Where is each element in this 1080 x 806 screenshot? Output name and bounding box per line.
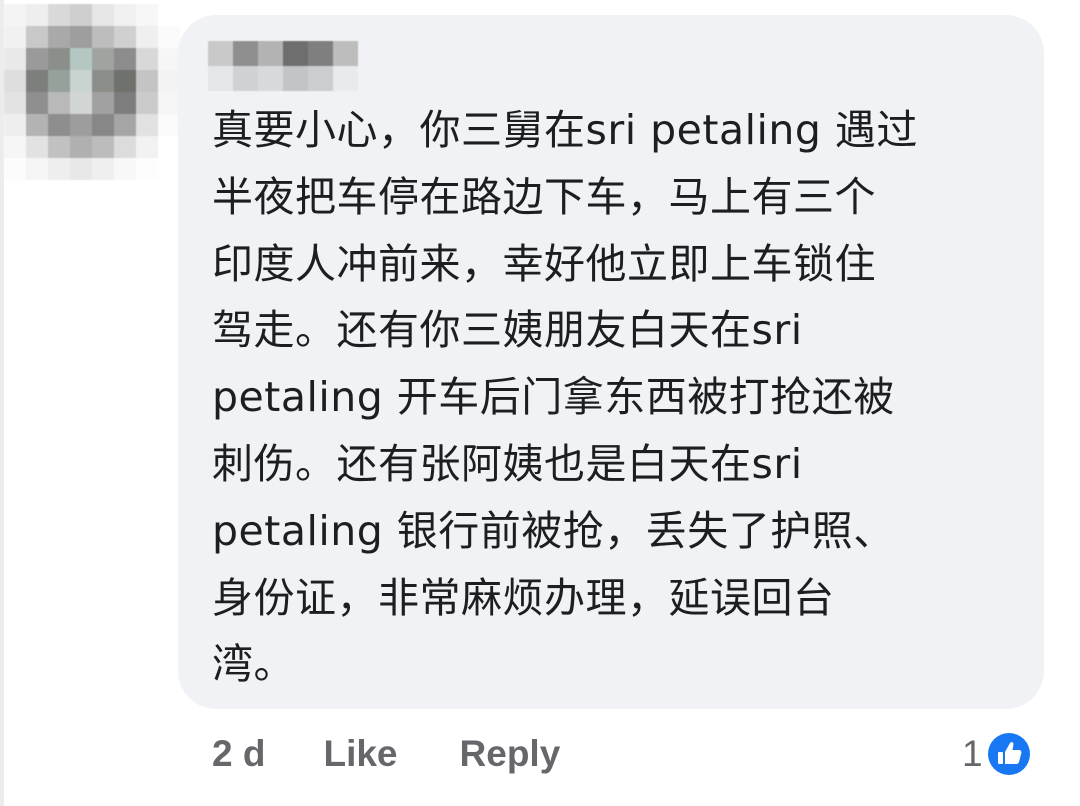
comment-line: 半夜把车停在路边下车，马上有三个	[212, 172, 876, 221]
avatar-pixel	[158, 92, 180, 114]
author-name-pixel	[258, 66, 283, 91]
timestamp[interactable]: 2 d	[212, 733, 265, 775]
author-name-pixel	[258, 41, 283, 66]
avatar-pixel	[70, 70, 92, 92]
reaction-summary[interactable]: 1	[962, 728, 1033, 780]
avatar[interactable]	[4, 4, 180, 180]
comment-bubble: 真要小心，你三舅在sri petaling 遇过 半夜把车停在路边下车，马上有三…	[178, 15, 1044, 709]
like-thumb-icon	[984, 730, 1033, 778]
avatar-pixel	[136, 4, 158, 26]
avatar-pixel	[114, 26, 136, 48]
avatar-pixel	[48, 48, 70, 70]
avatar-pixel	[70, 114, 92, 136]
avatar-pixel	[48, 4, 70, 26]
author-name-pixel	[233, 41, 258, 66]
author-name-pixel	[233, 66, 258, 91]
comment-line: 身份证，非常麻烦办理，延误回台	[212, 573, 835, 622]
avatar-pixel	[114, 70, 136, 92]
avatar-pixel	[92, 136, 114, 158]
avatar-pixel	[70, 158, 92, 180]
avatar-pixel	[158, 158, 180, 180]
comment-line: petaling 银行前被抢，丢失了护照、	[212, 506, 895, 555]
author-name-pixel	[308, 66, 333, 91]
avatar-pixel	[26, 136, 48, 158]
avatar-pixel	[158, 4, 180, 26]
avatar-pixel	[70, 92, 92, 114]
avatar-pixel	[4, 26, 26, 48]
avatar-pixel	[92, 70, 114, 92]
avatar-pixel	[136, 136, 158, 158]
avatar-pixel	[48, 136, 70, 158]
like-thumb-icon-graphic	[987, 733, 1030, 775]
avatar-pixel	[92, 114, 114, 136]
avatar-pixel	[4, 158, 26, 180]
comment-line: 湾。	[212, 640, 295, 689]
avatar-pixel	[92, 4, 114, 26]
avatar-pixel	[4, 70, 26, 92]
avatar-pixel	[114, 4, 136, 26]
author-name-pixel	[208, 66, 233, 91]
avatar-pixel	[114, 136, 136, 158]
author-name-pixel	[283, 66, 308, 91]
author-name-blurred[interactable]	[208, 41, 358, 91]
avatar-pixel	[4, 48, 26, 70]
comment-screenshot: 真要小心，你三舅在sri petaling 遇过 半夜把车停在路边下车，马上有三…	[0, 0, 1080, 806]
avatar-pixel	[136, 26, 158, 48]
avatar-pixel	[92, 48, 114, 70]
avatar-pixel	[70, 48, 92, 70]
avatar-pixel	[158, 136, 180, 158]
avatar-pixel	[70, 26, 92, 48]
author-name-pixel	[283, 41, 308, 66]
avatar-pixel	[26, 4, 48, 26]
avatar-pixel	[92, 158, 114, 180]
avatar-pixel	[48, 26, 70, 48]
avatar-pixel	[26, 70, 48, 92]
author-name-pixel	[333, 66, 358, 91]
avatar-pixel	[4, 92, 26, 114]
avatar-pixel	[136, 70, 158, 92]
comment-line: 真要小心，你三舅在sri petaling 遇过	[212, 106, 918, 154]
avatar-pixel	[92, 92, 114, 114]
avatar-pixel	[26, 48, 48, 70]
avatar-pixel	[158, 48, 180, 70]
avatar-pixel	[4, 136, 26, 158]
avatar-pixel	[48, 158, 70, 180]
avatar-pixel	[114, 114, 136, 136]
avatar-pixel	[48, 70, 70, 92]
avatar-pixel	[4, 114, 26, 136]
avatar-pixel	[26, 158, 48, 180]
avatar-pixel	[26, 26, 48, 48]
avatar-pixel	[26, 92, 48, 114]
avatar-pixel	[48, 114, 70, 136]
author-name-pixel	[333, 41, 358, 66]
author-name-pixel	[208, 41, 233, 66]
avatar-pixel	[4, 4, 26, 26]
avatar-pixel	[136, 114, 158, 136]
avatar-pixel	[70, 4, 92, 26]
author-name-pixel	[308, 41, 333, 66]
avatar-pixel	[70, 136, 92, 158]
like-button[interactable]: Like	[323, 733, 397, 775]
comment-line: petaling 开车后门拿东西被打抢还被	[212, 373, 895, 422]
avatar-pixel	[114, 92, 136, 114]
avatar-pixel	[158, 70, 180, 92]
avatar-pixel	[114, 48, 136, 70]
avatar-pixel	[158, 26, 180, 48]
avatar-pixel	[92, 26, 114, 48]
comment-text: 真要小心，你三舅在sri petaling 遇过 半夜把车停在路边下车，马上有三…	[212, 97, 1012, 698]
avatar-pixel	[136, 158, 158, 180]
avatar-pixel	[136, 92, 158, 114]
reply-button[interactable]: Reply	[460, 733, 561, 775]
comment-actions: 2 d Like Reply	[212, 728, 560, 780]
comment-line: 驾走。还有你三姨朋友白天在sri	[212, 306, 803, 355]
avatar-pixel	[158, 114, 180, 136]
comment-line: 刺伤。还有张阿姨也是白天在sri	[212, 439, 803, 488]
avatar-pixel	[114, 158, 136, 180]
comment-line: 印度人冲前来，幸好他立即上车锁住	[212, 239, 876, 288]
avatar-pixel	[26, 114, 48, 136]
avatar-pixel	[48, 92, 70, 114]
avatar-pixel	[136, 48, 158, 70]
reaction-count: 1	[962, 733, 983, 774]
